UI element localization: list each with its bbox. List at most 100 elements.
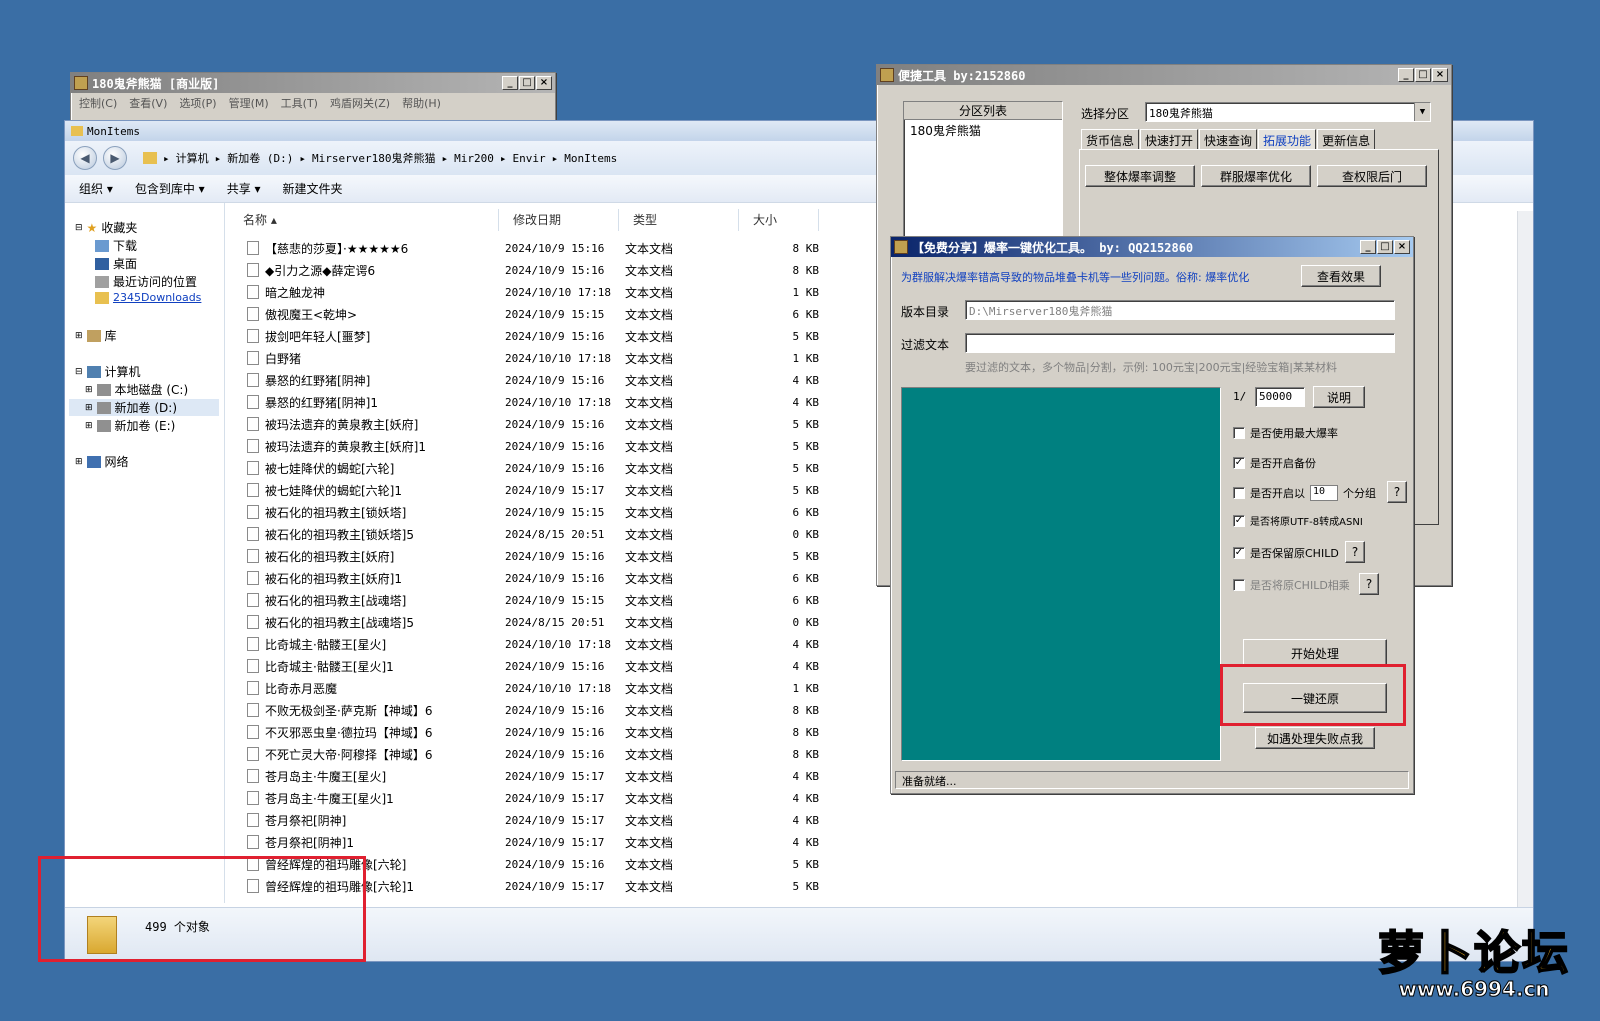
col-date[interactable]: 修改日期 <box>499 209 619 231</box>
file-row[interactable]: 不败无极剑圣·萨克斯【神域】6 2024/10/9 15:16 文本文档 8 KB <box>229 699 849 721</box>
child-mul-help-button[interactable]: ? <box>1359 573 1379 595</box>
version-dir-field[interactable]: D:\Mirserver180鬼斧熊猫 <box>965 300 1395 320</box>
opt-child-multiply[interactable]: 是否将原CHILD相乘 <box>1233 577 1350 593</box>
nav-drive-e[interactable]: ⊞ 新加卷 (E:) <box>85 417 175 434</box>
ratio-field[interactable]: 50000 <box>1255 387 1305 407</box>
menu-options[interactable]: 选项(P) <box>179 95 216 111</box>
child-help-button[interactable]: ? <box>1345 541 1365 563</box>
file-row[interactable]: ◆引力之源◆薛定谔6 2024/10/9 15:16 文本文档 8 KB <box>229 259 849 281</box>
file-row[interactable]: 被玛法遗弃的黄泉教主[妖府]1 2024/10/9 15:16 文本文档 5 KB <box>229 435 849 457</box>
minimize-icon[interactable]: _ <box>1398 68 1414 82</box>
partition-header[interactable]: 分区列表 <box>904 102 1062 120</box>
file-row[interactable]: 不死亡灵大帝·阿穆择【神域】6 2024/10/9 15:16 文本文档 8 KB <box>229 743 849 765</box>
file-row[interactable]: 苍月祭祀[阴神] 2024/10/9 15:17 文本文档 4 KB <box>229 809 849 831</box>
file-row[interactable]: 比奇赤月恶魔 2024/10/10 17:18 文本文档 1 KB <box>229 677 849 699</box>
file-row[interactable]: 被玛法遗弃的黄泉教主[妖府] 2024/10/9 15:16 文本文档 5 KB <box>229 413 849 435</box>
file-row[interactable]: 被石化的祖玛教主[锁妖塔]5 2024/8/15 20:51 文本文档 0 KB <box>229 523 849 545</box>
file-row[interactable]: 苍月岛主·牛魔王[星火] 2024/10/9 15:17 文本文档 4 KB <box>229 765 849 787</box>
back-button[interactable]: ◀ <box>73 146 97 170</box>
opt-keep-child[interactable]: ✓ 是否保留原CHILD <box>1233 545 1339 561</box>
checkbox[interactable] <box>1233 427 1245 439</box>
group-rate-button[interactable]: 群服爆率优化 <box>1201 165 1311 187</box>
nav-favorites[interactable]: ⊟ ★ 收藏夹 <box>75 219 137 236</box>
group-help-button[interactable]: ? <box>1387 481 1407 503</box>
checkbox[interactable] <box>1233 579 1245 591</box>
maximize-icon[interactable]: □ <box>1377 240 1393 254</box>
crumb-mir200[interactable]: Mir200 <box>454 152 494 165</box>
file-row[interactable]: 苍月岛主·牛魔王[星火]1 2024/10/9 15:17 文本文档 4 KB <box>229 787 849 809</box>
menu-help[interactable]: 帮助(H) <box>402 95 441 111</box>
file-row[interactable]: 白野猪 2024/10/10 17:18 文本文档 1 KB <box>229 347 849 369</box>
nav-drive-c[interactable]: ⊞ 本地磁盘 (C:) <box>85 381 188 398</box>
checkbox-checked[interactable]: ✓ <box>1233 514 1245 527</box>
crumb-monitems[interactable]: MonItems <box>564 152 617 165</box>
opt-utf8[interactable]: ✓ 是否将原UTF-8转成ASNI <box>1233 513 1363 528</box>
menu-tools[interactable]: 工具(T) <box>281 95 318 111</box>
checkbox-checked[interactable]: ✓ <box>1233 457 1245 469</box>
quicktool-titlebar[interactable]: 便捷工具 by:2152860 _ □ × <box>877 65 1451 85</box>
menu-gateway[interactable]: 鸡盾网关(Z) <box>330 95 390 111</box>
partition-select[interactable]: 180鬼斧熊猫 ▼ <box>1145 102 1431 122</box>
nav-computer[interactable]: ⊟ 计算机 <box>75 363 141 380</box>
file-row[interactable]: 被七娃降伏的蝎蛇[六轮] 2024/10/9 15:16 文本文档 5 KB <box>229 457 849 479</box>
nav-downloads[interactable]: 下载 <box>95 237 137 254</box>
file-row[interactable]: 拔剑吧年轻人[噩梦] 2024/10/9 15:16 文本文档 5 KB <box>229 325 849 347</box>
close-icon[interactable]: × <box>536 76 552 90</box>
file-row[interactable]: 被石化的祖玛教主[战魂塔]5 2024/8/15 20:51 文本文档 0 KB <box>229 611 849 633</box>
col-type[interactable]: 类型 <box>619 209 739 231</box>
organize-button[interactable]: 组织 ▾ <box>79 180 113 197</box>
maximize-icon[interactable]: □ <box>519 76 535 90</box>
file-row[interactable]: 被石化的祖玛教主[锁妖塔] 2024/10/9 15:15 文本文档 6 KB <box>229 501 849 523</box>
minimize-icon[interactable]: _ <box>1360 240 1376 254</box>
menu-control[interactable]: 控制(C) <box>79 95 117 111</box>
crumb-drive[interactable]: 新加卷 (D:) <box>227 150 293 166</box>
nav-drive-d[interactable]: ⊞ 新加卷 (D:) <box>69 399 219 416</box>
crumb-server[interactable]: Mirserver180鬼斧熊猫 <box>312 150 435 166</box>
explain-button[interactable]: 说明 <box>1313 386 1365 408</box>
opt-group[interactable]: 是否开启以 10 个分组 <box>1233 485 1376 501</box>
back-app-titlebar[interactable]: 180鬼斧熊猫 [商业版] _ □ × <box>71 73 555 93</box>
checkbox-checked[interactable]: ✓ <box>1233 547 1245 559</box>
crumb-computer[interactable]: 计算机 <box>176 150 209 166</box>
opt-max-rate[interactable]: 是否使用最大爆率 <box>1233 425 1338 441</box>
new-folder-button[interactable]: 新建文件夹 <box>283 180 343 197</box>
file-row[interactable]: 苍月祭祀[阴神]1 2024/10/9 15:17 文本文档 4 KB <box>229 831 849 853</box>
file-row[interactable]: 被七娃降伏的蝎蛇[六轮]1 2024/10/9 15:17 文本文档 5 KB <box>229 479 849 501</box>
file-row[interactable]: 暴怒的红野猪[阴神]1 2024/10/10 17:18 文本文档 4 KB <box>229 391 849 413</box>
file-row[interactable]: 被石化的祖玛教主[妖府] 2024/10/9 15:16 文本文档 5 KB <box>229 545 849 567</box>
backdoor-check-button[interactable]: 查权限后门 <box>1317 165 1427 187</box>
breadcrumb[interactable]: ▸ 计算机 ▸ 新加卷 (D:) ▸ Mirserver180鬼斧熊猫 ▸ Mir200… <box>143 150 617 166</box>
menu-view[interactable]: 查看(V) <box>129 95 167 111</box>
nav-network[interactable]: ⊞ 网络 <box>75 453 129 470</box>
nav-libraries[interactable]: ⊞ 库 <box>75 327 117 344</box>
checkbox[interactable] <box>1233 487 1245 499</box>
menu-manage[interactable]: 管理(M) <box>229 95 269 111</box>
failure-help-button[interactable]: 如遇处理失败点我 <box>1255 727 1375 749</box>
file-list-scrollbar[interactable] <box>1517 211 1533 911</box>
nav-recent[interactable]: 最近访问的位置 <box>95 273 197 290</box>
crumb-envir[interactable]: Envir <box>512 152 545 165</box>
close-icon[interactable]: × <box>1394 240 1410 254</box>
view-effect-button[interactable]: 查看效果 <box>1301 265 1381 287</box>
partition-item[interactable]: 180鬼斧熊猫 <box>904 120 1062 141</box>
file-row[interactable]: 被石化的祖玛教主[战魂塔] 2024/10/9 15:15 文本文档 6 KB <box>229 589 849 611</box>
file-row[interactable]: 傲视魔王<乾坤> 2024/10/9 15:15 文本文档 6 KB <box>229 303 849 325</box>
col-name[interactable]: 名称 ▴ <box>229 209 499 231</box>
start-button[interactable]: 开始处理 <box>1243 639 1387 667</box>
nav-desktop[interactable]: 桌面 <box>95 255 137 272</box>
minimize-icon[interactable]: _ <box>502 76 518 90</box>
share-button[interactable]: 共享 ▾ <box>227 180 261 197</box>
optimizer-titlebar[interactable]: 【免费分享】爆率一键优化工具。 by: QQ2152860 _ □ × <box>891 237 1413 257</box>
file-row[interactable]: 【慈悲的莎夏】·★★★★★6 2024/10/9 15:16 文本文档 8 KB <box>229 237 849 259</box>
file-row[interactable]: 比奇城主·骷髅王[星火]1 2024/10/9 15:16 文本文档 4 KB <box>229 655 849 677</box>
overall-rate-button[interactable]: 整体爆率调整 <box>1085 165 1195 187</box>
file-row[interactable]: 暗之触龙神 2024/10/10 17:18 文本文档 1 KB <box>229 281 849 303</box>
file-row[interactable]: 暴怒的红野猪[阴神] 2024/10/9 15:16 文本文档 4 KB <box>229 369 849 391</box>
opt-backup[interactable]: ✓ 是否开启备份 <box>1233 455 1316 471</box>
include-library-button[interactable]: 包含到库中 ▾ <box>135 180 205 197</box>
forward-button[interactable]: ▶ <box>103 146 127 170</box>
file-row[interactable]: 比奇城主·骷髅王[星火] 2024/10/10 17:18 文本文档 4 KB <box>229 633 849 655</box>
group-count-field[interactable]: 10 <box>1310 485 1338 501</box>
file-row[interactable]: 被石化的祖玛教主[妖府]1 2024/10/9 15:16 文本文档 6 KB <box>229 567 849 589</box>
close-icon[interactable]: × <box>1432 68 1448 82</box>
